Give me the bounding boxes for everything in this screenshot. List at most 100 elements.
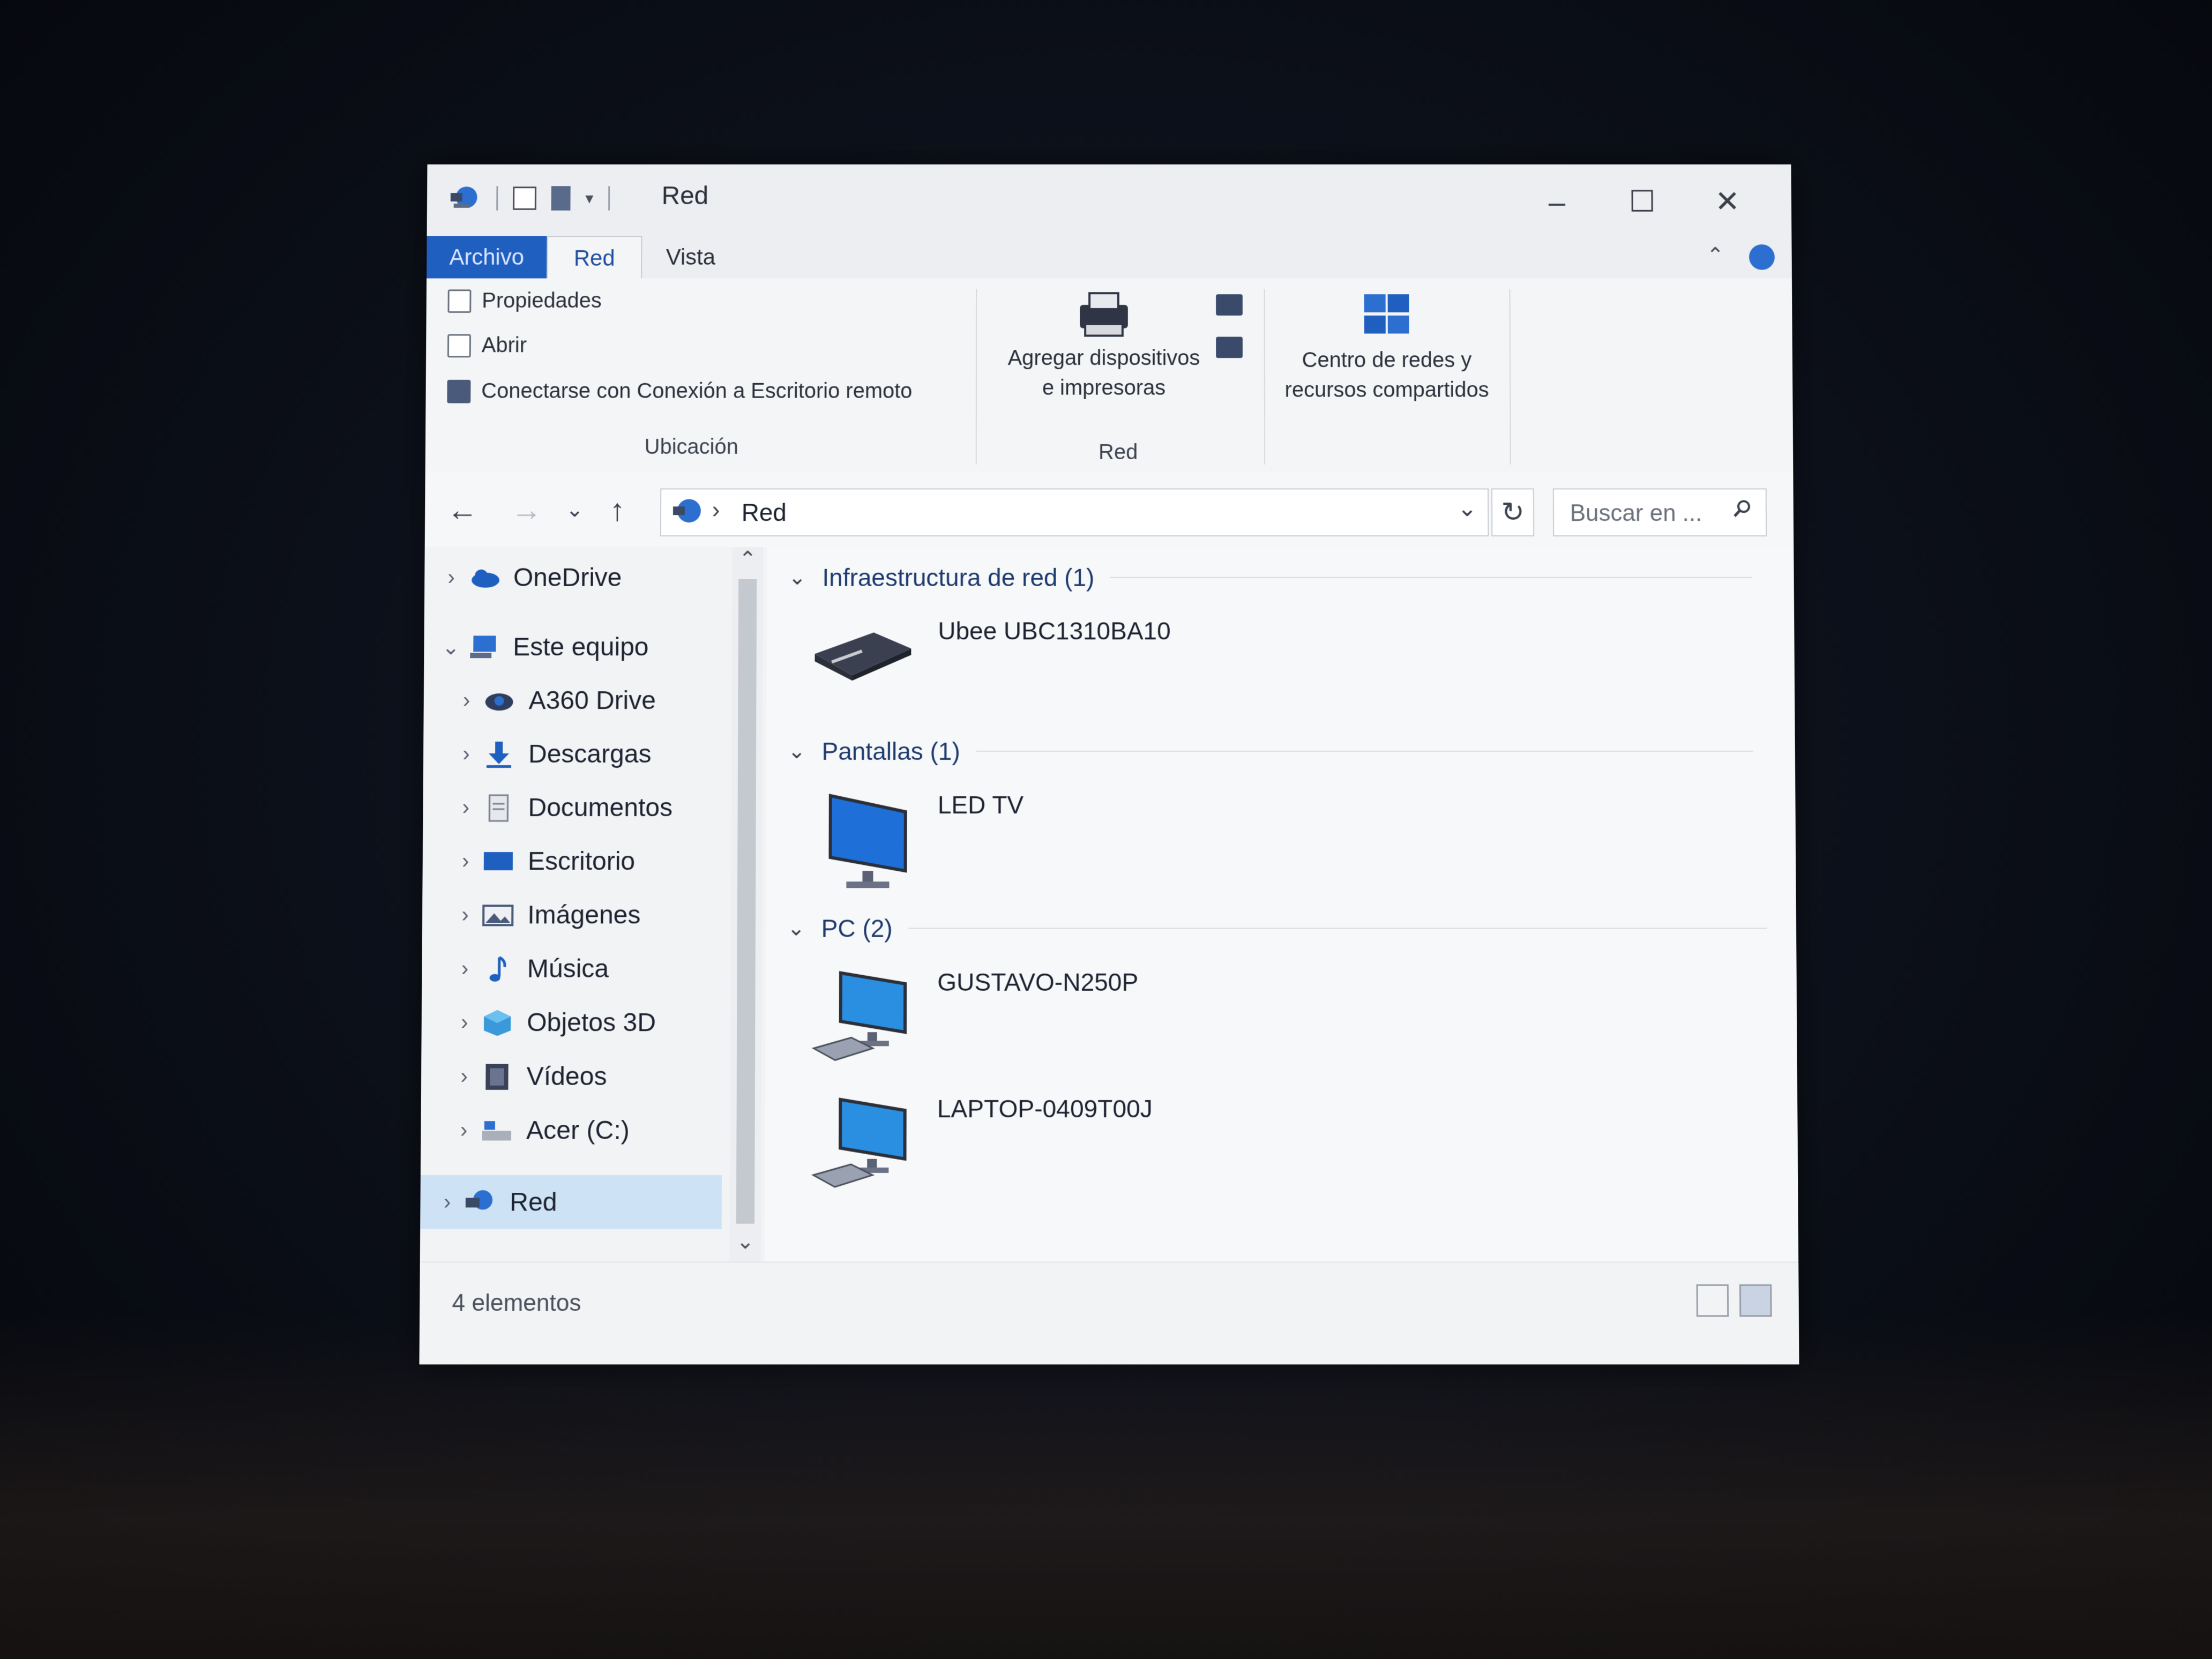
help-icon[interactable]: [1748, 244, 1775, 270]
properties-icon: [447, 289, 472, 313]
downloads-icon: [482, 741, 515, 768]
nav-item-este-equipo[interactable]: ⌄ Este equipo: [435, 632, 648, 662]
nav-scrollbar[interactable]: ⌃ ⌄: [729, 547, 764, 1262]
group-header-pantallas[interactable]: ⌄ Pantallas (1): [788, 737, 1753, 766]
nav-item-videos[interactable]: › Vídeos: [448, 1062, 607, 1092]
nav-item-red[interactable]: › Red: [420, 1175, 722, 1229]
address-bar[interactable]: › Red ⌄: [660, 488, 1489, 537]
search-icon[interactable]: [1732, 499, 1752, 518]
nav-label: Descargas: [528, 740, 652, 768]
add-devices-button[interactable]: Agregar dispositivos e impresoras: [992, 289, 1216, 402]
nav-label: Música: [527, 954, 609, 983]
device-laptop-0409t00j[interactable]: LAPTOP-0409T00J: [808, 1094, 1153, 1194]
breadcrumb-red[interactable]: Red: [742, 498, 787, 527]
group-divider: [908, 928, 1768, 929]
group-header-infraestructura[interactable]: ⌄ Infraestructura de red (1): [788, 563, 1753, 592]
view-device-icon[interactable]: [1216, 294, 1243, 316]
group-title: PC (2): [821, 914, 893, 943]
expand-chevron-icon[interactable]: ›: [450, 796, 482, 820]
customize-qat-icon[interactable]: ▾: [585, 189, 593, 208]
network-center-line1: Centro de redes y: [1302, 348, 1472, 372]
expand-chevron-icon[interactable]: ›: [431, 1190, 464, 1214]
nav-label: Red: [510, 1187, 557, 1217]
network-center-button[interactable]: Centro de redes y recursos compartidos: [1275, 289, 1499, 405]
scroll-up-icon[interactable]: ⌃: [732, 547, 763, 572]
tab-archivo[interactable]: Archivo: [427, 236, 547, 279]
network-icon: [671, 497, 704, 529]
network-icon: [464, 1188, 497, 1216]
group-divider: [976, 751, 1753, 752]
forward-button[interactable]: →: [505, 488, 548, 531]
device-led-tv[interactable]: LED TV: [809, 790, 1023, 895]
nav-label: A360 Drive: [528, 686, 656, 715]
documents-icon: [482, 794, 515, 822]
nav-item-descargas[interactable]: › Descargas: [450, 739, 652, 769]
expand-chevron-icon[interactable]: ›: [449, 903, 481, 927]
details-view-icon[interactable]: [1696, 1284, 1729, 1317]
expand-chevron-icon[interactable]: ›: [450, 742, 482, 766]
expand-chevron-icon[interactable]: ›: [450, 849, 482, 873]
window-title: Red: [661, 182, 709, 210]
group-header-pc[interactable]: ⌄ PC (2): [787, 914, 1768, 943]
address-dropdown-icon[interactable]: ⌄: [1457, 495, 1477, 522]
add-devices-line2: e impresoras: [1042, 376, 1166, 400]
close-button[interactable]: ✕: [1685, 175, 1770, 228]
large-icons-view-icon[interactable]: [1739, 1284, 1772, 1317]
nav-item-documentos[interactable]: › Documentos: [450, 793, 673, 823]
nav-item-escritorio[interactable]: › Escritorio: [450, 847, 636, 876]
maximize-button[interactable]: ☐: [1600, 175, 1685, 228]
new-folder-icon[interactable]: [551, 186, 571, 211]
group-separator: [1264, 289, 1266, 465]
nav-item-a360-drive[interactable]: › A360 Drive: [451, 686, 656, 715]
refresh-button[interactable]: ↻: [1491, 488, 1535, 537]
nav-label: Documentos: [528, 794, 673, 823]
tab-red[interactable]: Red: [546, 236, 642, 280]
collapse-chevron-icon[interactable]: ⌄: [788, 565, 806, 590]
group-title: Infraestructura de red (1): [822, 563, 1095, 592]
properties-icon[interactable]: [513, 186, 537, 210]
nav-label: Objetos 3D: [527, 1008, 656, 1037]
device-name: Ubee UBC1310BA10: [938, 617, 1171, 645]
open-label: Abrir: [481, 333, 527, 357]
expand-chevron-icon[interactable]: ›: [448, 1065, 480, 1089]
manage-device-icon[interactable]: [1216, 337, 1243, 358]
device-ubee[interactable]: Ubee UBC1310BA10: [809, 616, 1171, 683]
collapse-chevron-icon[interactable]: ⌄: [787, 916, 805, 940]
device-gustavo-n250p[interactable]: GUSTAVO-N250P: [808, 968, 1138, 1067]
collapse-ribbon-icon[interactable]: ⌃: [1706, 243, 1724, 268]
toolbar-separator: [608, 186, 610, 211]
remote-desktop-button[interactable]: Conectarse con Conexión a Escritorio rem…: [447, 379, 912, 403]
search-box[interactable]: Buscar en ...: [1552, 488, 1767, 537]
network-center-icon: [1360, 289, 1414, 342]
nav-item-imagenes[interactable]: › Imágenes: [449, 900, 641, 930]
nav-item-acer-c[interactable]: › Acer (C:): [447, 1116, 630, 1145]
expand-chevron-icon[interactable]: ›: [449, 957, 481, 981]
properties-button[interactable]: Propiedades: [447, 289, 602, 313]
expand-chevron-icon[interactable]: ›: [449, 1011, 481, 1035]
title-bar: ▾ Red – ☐ ✕: [427, 164, 1792, 239]
back-button[interactable]: ←: [441, 488, 484, 531]
collapse-chevron-icon[interactable]: ⌄: [788, 739, 806, 764]
content-pane: ⌄ Infraestructura de red (1) Ubee UBC131…: [764, 547, 1799, 1262]
navigation-pane: › OneDrive ⌄ Este equipo › A360 Drive › …: [420, 547, 767, 1262]
expand-chevron-icon[interactable]: ›: [435, 566, 467, 590]
nav-item-objetos-3d[interactable]: › Objetos 3D: [449, 1008, 656, 1037]
open-button[interactable]: Abrir: [447, 334, 527, 358]
remote-desktop-label: Conectarse con Conexión a Escritorio rem…: [481, 379, 913, 403]
scroll-down-icon[interactable]: ⌄: [730, 1229, 761, 1254]
recent-locations-button[interactable]: ⌄: [553, 488, 596, 531]
onedrive-icon: [467, 564, 500, 592]
music-icon: [481, 955, 514, 983]
up-button[interactable]: ↑: [596, 488, 639, 531]
collapse-chevron-icon[interactable]: ⌄: [435, 635, 467, 660]
minimize-button[interactable]: –: [1514, 175, 1600, 228]
search-placeholder: Buscar en ...: [1570, 500, 1702, 527]
open-icon: [447, 334, 471, 357]
nav-item-musica[interactable]: › Música: [449, 954, 609, 984]
expand-chevron-icon[interactable]: ›: [451, 689, 483, 713]
tab-vista[interactable]: Vista: [640, 236, 741, 278]
expand-chevron-icon[interactable]: ›: [447, 1118, 480, 1142]
a360-drive-icon: [483, 687, 516, 715]
scroll-thumb[interactable]: [736, 579, 757, 1224]
nav-item-onedrive[interactable]: › OneDrive: [435, 563, 622, 593]
